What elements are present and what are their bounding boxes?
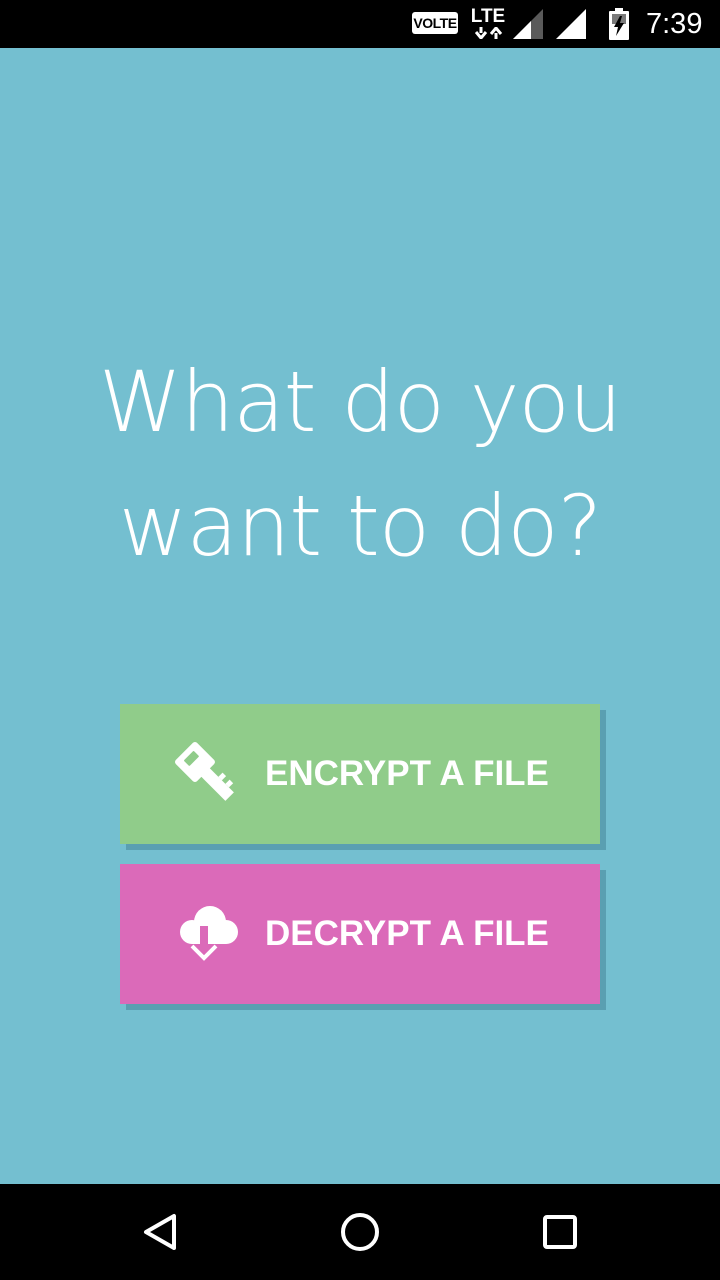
signal-icon — [556, 9, 586, 39]
main-content: What do you want to do? ENCRYPT A FILE D… — [0, 48, 720, 1184]
navigation-bar — [0, 1184, 720, 1280]
encrypt-file-label: ENCRYPT A FILE — [265, 754, 549, 793]
volte-badge: VOLTE — [412, 12, 458, 34]
battery-charging-icon — [609, 8, 629, 40]
decrypt-file-button[interactable]: DECRYPT A FILE — [120, 864, 600, 1004]
home-icon[interactable] — [336, 1208, 384, 1256]
key-icon — [175, 742, 234, 801]
recents-icon[interactable] — [536, 1208, 584, 1256]
signal-icon — [513, 9, 543, 39]
page-title: What do you want to do? — [98, 353, 622, 575]
encrypt-file-button[interactable]: ENCRYPT A FILE — [120, 704, 600, 844]
lte-indicator: LTE — [469, 6, 509, 42]
decrypt-file-label: DECRYPT A FILE — [265, 914, 549, 953]
status-bar: VOLTE LTE 7:39 — [0, 0, 720, 48]
clock: 7:39 — [646, 8, 703, 40]
back-icon[interactable] — [136, 1208, 184, 1256]
lte-label: LTE — [470, 6, 506, 27]
data-activity-icon — [475, 27, 503, 39]
cloud-download-icon — [180, 906, 238, 961]
